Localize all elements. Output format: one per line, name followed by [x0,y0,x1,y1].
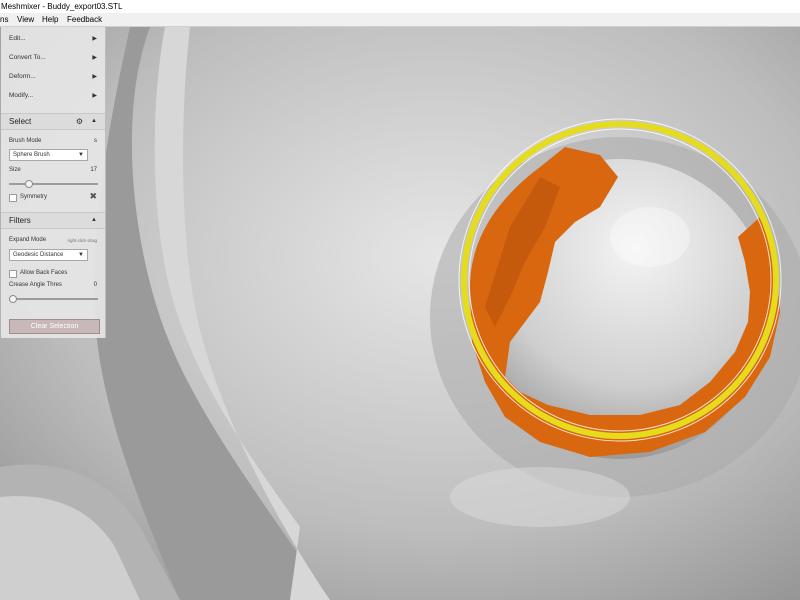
symmetry-label: Symmetry [20,194,47,200]
menu-convert-to[interactable]: Convert To... ▶ [1,49,105,67]
menu-deform[interactable]: Deform... ▶ [1,68,105,86]
menu-convert-to-label: Convert To... [9,54,46,61]
size-slider[interactable] [9,180,98,188]
menu-item-help[interactable]: Help [42,13,58,26]
wrench-icon[interactable]: ✖ [89,191,97,202]
symmetry-checkbox[interactable] [9,194,17,202]
brush-mode-select[interactable]: Sphere Brush ▼ [9,149,88,161]
window-title: Meshmixer - Buddy_export03.STL [1,2,123,11]
allow-back-faces-label: Allow Back Faces [20,270,68,276]
crease-angle-slider[interactable] [9,295,98,303]
expand-mode-hint: right-click-drag [67,238,97,243]
menu-modify-label: Modify... [9,92,34,99]
clear-selection-button[interactable]: Clear Selection [9,319,100,334]
chevron-down-icon: ▼ [78,252,84,258]
chevron-right-icon: ▶ [92,93,97,99]
brush-mode-label: Brush Mode [9,138,42,144]
select-title: Select [9,117,32,126]
expand-mode-value: Geodesic Distance [13,252,64,258]
crease-angle-value: 0 [93,282,97,288]
menu-item-feedback[interactable]: Feedback [67,13,102,26]
tool-panel: Edit... ▶ Convert To... ▶ Deform... ▶ Mo… [1,27,106,338]
size-label: Size [9,167,21,173]
crease-angle-label: Crease Angle Thres [9,282,62,288]
expand-mode-label: Expand Mode [9,237,47,243]
menu-modify[interactable]: Modify... ▶ [1,87,105,105]
gear-icon[interactable]: ⚙ [76,115,83,128]
expand-mode-select[interactable]: Geodesic Distance ▼ [9,249,88,261]
allow-back-faces-checkbox[interactable] [9,270,17,278]
title-bar: Meshmixer - Buddy_export03.STL [0,0,800,13]
menu-edit-label: Edit... [9,35,26,42]
menu-item-ns[interactable]: ns [0,13,8,26]
chevron-down-icon: ▼ [78,152,84,158]
chevron-right-icon: ▶ [92,55,97,61]
size-slider-thumb[interactable] [24,180,33,188]
filters-section-header[interactable]: Filters ▲ [1,212,105,229]
chevron-right-icon: ▶ [92,36,97,42]
size-value: 17 [90,167,97,173]
select-section-header[interactable]: Select ⚙ ▲ [1,113,105,130]
menu-bar: ns View Help Feedback [0,13,800,27]
brush-mode-value: Sphere Brush [13,152,50,158]
chevron-right-icon: ▶ [92,74,97,80]
3d-viewport[interactable] [0,27,800,600]
brush-mode-hint: s [94,138,97,144]
filters-title: Filters [9,216,31,225]
menu-deform-label: Deform... [9,73,36,80]
menu-item-view[interactable]: View [17,13,34,26]
crease-angle-slider-thumb[interactable] [9,295,17,303]
collapse-icon[interactable]: ▲ [91,115,97,128]
menu-edit[interactable]: Edit... ▶ [1,30,105,48]
collapse-icon[interactable]: ▲ [91,214,97,227]
mesh-render [0,27,800,600]
